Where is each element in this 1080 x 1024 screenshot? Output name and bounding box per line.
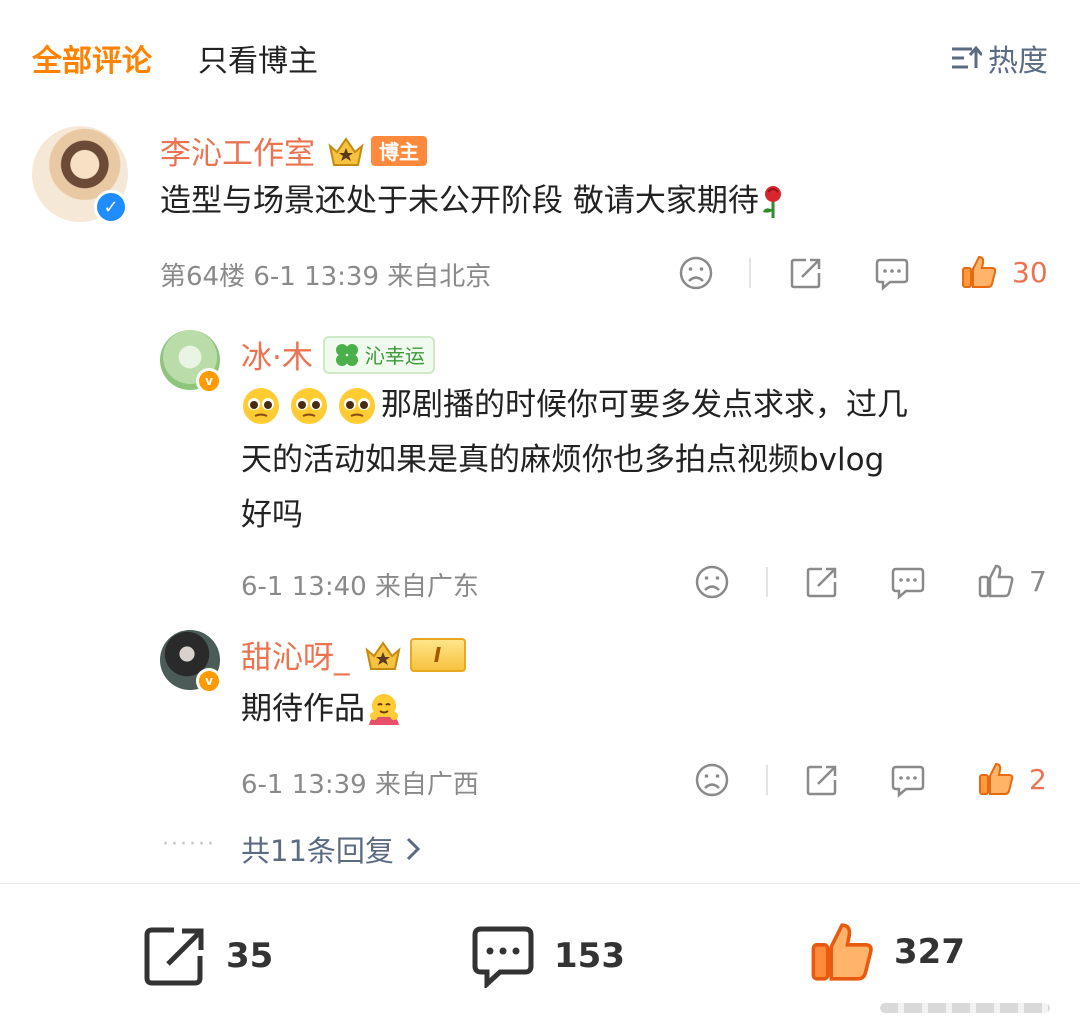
comment-button[interactable] <box>874 255 910 291</box>
share-button[interactable] <box>804 762 840 798</box>
like-post-button[interactable]: 327 <box>808 918 965 986</box>
like-button[interactable]: 2 <box>977 760 1047 798</box>
avatar[interactable]: ✓ <box>32 126 128 224</box>
share-button[interactable] <box>804 564 840 600</box>
divider <box>766 567 768 597</box>
more-replies-label: 共11条回复 <box>241 834 394 868</box>
likes-count: 327 <box>894 932 965 972</box>
sad-face-icon <box>695 763 729 797</box>
share-button[interactable] <box>788 255 824 291</box>
share-icon <box>806 567 837 598</box>
blogger-badge: 博主 <box>371 135 427 166</box>
comment-button[interactable] <box>890 762 926 798</box>
verified-badge-icon: v <box>196 368 222 394</box>
reply-text: 那剧播的时候你可要多发点求求，过几 <box>381 387 908 423</box>
level-badge: I <box>409 637 466 672</box>
reply-text: 好吗 <box>241 497 303 533</box>
fan-badge-label: 沁幸运 <box>364 344 425 368</box>
avatar[interactable]: v <box>160 330 222 394</box>
thumbs-up-icon <box>811 923 873 981</box>
username[interactable]: 李沁工作室 <box>160 128 315 173</box>
like-count: 30 <box>1012 255 1048 289</box>
username[interactable]: 冰·木 <box>241 332 313 377</box>
dislike-button[interactable] <box>694 564 730 600</box>
like-count: 7 <box>1029 564 1047 598</box>
comment-icon <box>875 258 909 291</box>
thumbs-up-icon <box>962 255 997 288</box>
reply-meta: 6-1 13:39 来自广西 <box>241 770 479 800</box>
thumbs-up-icon <box>978 564 1014 598</box>
pleading-face-icon <box>243 387 375 424</box>
avatar[interactable]: v <box>160 630 222 694</box>
sort-button[interactable]: 热度 <box>950 36 1048 80</box>
thumbs-up-icon <box>979 762 1014 795</box>
fan-badge: 沁幸运 <box>322 335 435 374</box>
tab-blogger-only[interactable]: 只看博主 <box>198 36 318 80</box>
sad-face-icon <box>695 565 729 599</box>
divider <box>749 258 751 288</box>
sad-face-icon <box>679 256 713 290</box>
rose-icon <box>762 185 781 218</box>
comment-button[interactable] <box>890 564 926 600</box>
comment-icon <box>891 567 925 600</box>
like-button[interactable]: 30 <box>960 253 1048 291</box>
username[interactable]: 甜沁呀_ <box>241 632 350 677</box>
dislike-button[interactable] <box>678 255 714 291</box>
ellipsis-decoration: ······ <box>162 832 216 857</box>
sort-label: 热度 <box>988 44 1048 79</box>
clover-icon <box>335 343 358 366</box>
crown-icon <box>328 136 364 166</box>
reply-text: 期待作品 <box>241 691 365 727</box>
like-button[interactable]: 7 <box>977 562 1047 600</box>
like-count: 2 <box>1029 762 1047 796</box>
verified-badge-icon: v <box>196 668 222 694</box>
home-indicator <box>880 1003 1050 1013</box>
comment-icon <box>472 926 534 988</box>
comments-button[interactable]: 153 <box>470 924 625 988</box>
dislike-button[interactable] <box>694 762 730 798</box>
comment-icon <box>891 765 925 798</box>
sort-icon <box>952 45 982 69</box>
divider <box>766 765 768 795</box>
more-replies-link[interactable]: 共11条回复 <box>241 828 420 870</box>
reply-text: 天的活动如果是真的麻烦你也多拍点视频bvlog <box>241 442 885 478</box>
reply-meta: 6-1 13:40 来自广东 <box>241 572 479 602</box>
tab-all-comments[interactable]: 全部评论 <box>32 36 152 80</box>
crown-icon <box>364 640 401 670</box>
comments-count: 153 <box>554 936 625 976</box>
comment-text: 造型与场景还处于未公开阶段 敬请大家期待 <box>160 183 759 219</box>
share-icon <box>144 927 204 986</box>
hug-icon <box>369 693 399 725</box>
repost-button[interactable]: 35 <box>142 924 273 988</box>
comment-meta: 第64楼 6-1 13:39 来自北京 <box>160 262 492 292</box>
repost-count: 35 <box>226 936 274 976</box>
chevron-right-icon <box>406 837 420 861</box>
share-icon <box>790 258 821 289</box>
section-divider <box>0 883 1080 884</box>
share-icon <box>806 765 837 796</box>
verified-badge-icon: ✓ <box>94 190 128 224</box>
